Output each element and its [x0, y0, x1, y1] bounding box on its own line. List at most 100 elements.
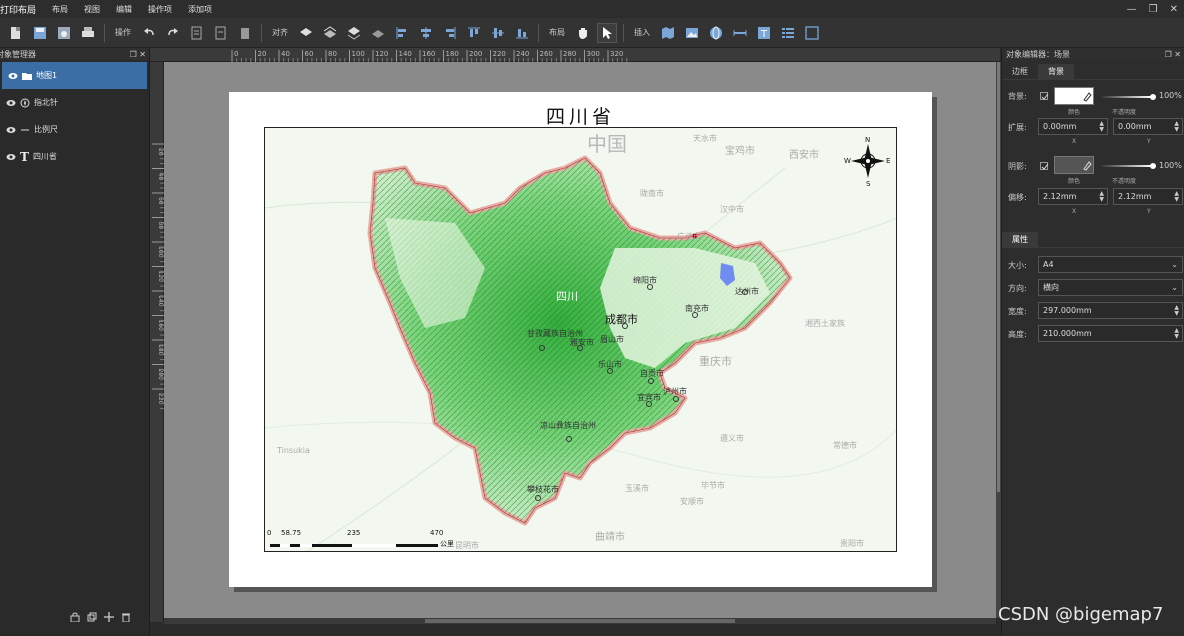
eyedropper-icon[interactable]	[1082, 90, 1092, 102]
lock-icon[interactable]	[70, 612, 80, 622]
layer-item-map1[interactable]: 地图1	[2, 62, 147, 89]
tab-properties[interactable]: 属性	[1002, 231, 1038, 248]
float-icon[interactable]: ❐	[130, 50, 137, 59]
ruler-label: 100	[352, 50, 365, 58]
trash-icon[interactable]	[121, 612, 131, 622]
select-pointer-icon[interactable]	[597, 22, 617, 43]
offset-y-field[interactable]: 2.12mm ▲ ▼	[1113, 188, 1183, 205]
new-file-icon[interactable]	[7, 24, 25, 42]
horizontal-scrollbar-thumb[interactable]	[425, 619, 735, 623]
eye-icon[interactable]	[6, 152, 16, 162]
eye-icon[interactable]	[8, 71, 18, 81]
height-field[interactable]: 210.000mm ▲ ▼	[1038, 325, 1183, 342]
menu-layout[interactable]: 布局	[44, 4, 76, 15]
close-icon[interactable]: ✕	[1170, 4, 1178, 15]
layer-label: 地图1	[36, 71, 58, 80]
scale-bar[interactable]: 0 58.75 235 470 公里	[266, 527, 466, 549]
vertical-scrollbar-thumb[interactable]	[997, 62, 1000, 492]
layer-item-title-text[interactable]: T 四川省	[0, 143, 149, 170]
add-icon[interactable]	[104, 612, 114, 622]
spinner-icon[interactable]: ▲ ▼	[1174, 191, 1179, 203]
paste-icon[interactable]	[212, 24, 230, 42]
ruler-label: 120	[375, 50, 388, 58]
background-checkbox[interactable]	[1040, 92, 1049, 100]
menu-add-item[interactable]: 添加项	[180, 4, 220, 15]
insert-image-icon[interactable]	[683, 24, 701, 42]
align-left-icon[interactable]	[393, 24, 411, 42]
undo-icon[interactable]	[140, 24, 158, 42]
lower-icon[interactable]	[345, 24, 363, 42]
delete-icon[interactable]	[236, 24, 254, 42]
insert-legend-icon[interactable]	[779, 24, 797, 42]
map-title[interactable]: 四川省	[229, 102, 932, 129]
layer-footer-tools	[70, 612, 131, 622]
layer-item-compass[interactable]: 指北针	[0, 89, 149, 116]
city-label-meishan: 眉山市	[600, 335, 624, 344]
minimize-icon[interactable]: —	[1127, 4, 1137, 15]
duplicate-icon[interactable]	[87, 612, 97, 622]
align-right-icon[interactable]	[441, 24, 459, 42]
menu-view[interactable]: 视图	[76, 4, 108, 15]
insert-text-icon[interactable]: T	[755, 24, 773, 42]
redo-icon[interactable]	[164, 24, 182, 42]
close-icon[interactable]: ✕	[139, 50, 146, 59]
insert-globe-icon[interactable]	[707, 24, 725, 42]
pan-hand-icon[interactable]	[574, 24, 592, 42]
ruler-label: 240	[516, 50, 529, 58]
background-opacity-knob[interactable]	[1150, 94, 1156, 100]
spinner-icon[interactable]: ▲ ▼	[1174, 121, 1179, 133]
eye-icon[interactable]	[6, 125, 16, 135]
shadow-checkbox[interactable]	[1040, 162, 1049, 170]
toolbar: 操作 对齐 布局 插入 T	[0, 18, 1184, 48]
insert-scalebar-icon[interactable]	[731, 24, 749, 42]
map-frame[interactable]: 中国 天水市 宝鸡市 西安市 陇南市 汉中市 广元市 重庆市 遵义市 毕节市 安…	[264, 127, 897, 552]
save-as-icon[interactable]	[55, 24, 73, 42]
size-dropdown[interactable]: A4 ⌄	[1038, 256, 1183, 273]
copy-icon[interactable]	[188, 24, 206, 42]
spinner-icon[interactable]: ▲ ▼	[1099, 191, 1104, 203]
menu-edit[interactable]: 编辑	[108, 4, 140, 15]
background-color-swatch[interactable]	[1054, 87, 1094, 105]
print-icon[interactable]	[79, 24, 97, 42]
ruler-label: 80	[328, 50, 337, 58]
float-icon[interactable]: ❐	[1165, 50, 1172, 59]
align-top-icon[interactable]	[465, 24, 483, 42]
offset-x-field[interactable]: 2.12mm ▲ ▼	[1038, 188, 1108, 205]
spinner-icon[interactable]: ▲ ▼	[1099, 121, 1104, 133]
align-bottom-icon[interactable]	[513, 24, 531, 42]
panel-controls: ❐ ✕	[130, 50, 146, 59]
province-label: 四川	[556, 290, 578, 303]
layer-item-scalebar[interactable]: 比例尺	[0, 116, 149, 143]
lower-bottom-icon[interactable]	[369, 24, 387, 42]
city-label-chengdu: 成都市	[605, 313, 638, 326]
align-center-icon[interactable]	[417, 24, 435, 42]
menu-actions[interactable]: 操作项	[140, 4, 180, 15]
tab-border[interactable]: 边框	[1002, 64, 1038, 80]
save-icon[interactable]	[31, 24, 49, 42]
align-middle-icon[interactable]	[489, 24, 507, 42]
shadow-color-swatch[interactable]	[1054, 156, 1094, 174]
orientation-dropdown[interactable]: 横向 ⌄	[1038, 279, 1183, 296]
insert-rectangle-icon[interactable]	[803, 24, 821, 42]
eyedropper-icon[interactable]	[1082, 159, 1092, 171]
shadow-opacity-knob[interactable]	[1150, 163, 1156, 169]
expand-x-field[interactable]: 0.00mm ▲ ▼	[1038, 118, 1108, 135]
close-icon[interactable]: ✕	[1174, 50, 1181, 59]
properties-tabs: 属性	[1002, 231, 1184, 248]
tab-background[interactable]: 背景	[1038, 63, 1074, 80]
raise-top-icon[interactable]	[297, 24, 315, 42]
shadow-opacity-slider[interactable]	[1101, 165, 1151, 167]
raise-icon[interactable]	[321, 24, 339, 42]
background-opacity-slider[interactable]	[1101, 96, 1151, 98]
north-arrow[interactable]: N S E W	[844, 136, 891, 190]
expand-y-field[interactable]: 0.00mm ▲ ▼	[1113, 118, 1183, 135]
ruler-label: 260	[540, 50, 553, 58]
outside-label: 天水市	[693, 134, 717, 143]
spinner-icon[interactable]: ▲ ▼	[1174, 328, 1179, 340]
restore-icon[interactable]: ❐	[1149, 4, 1158, 15]
width-field[interactable]: 297.000mm ▲ ▼	[1038, 302, 1183, 319]
eye-icon[interactable]	[6, 98, 16, 108]
scale-unit: 公里	[440, 540, 454, 548]
spinner-icon[interactable]: ▲ ▼	[1174, 305, 1179, 317]
insert-map-icon[interactable]	[659, 24, 677, 42]
